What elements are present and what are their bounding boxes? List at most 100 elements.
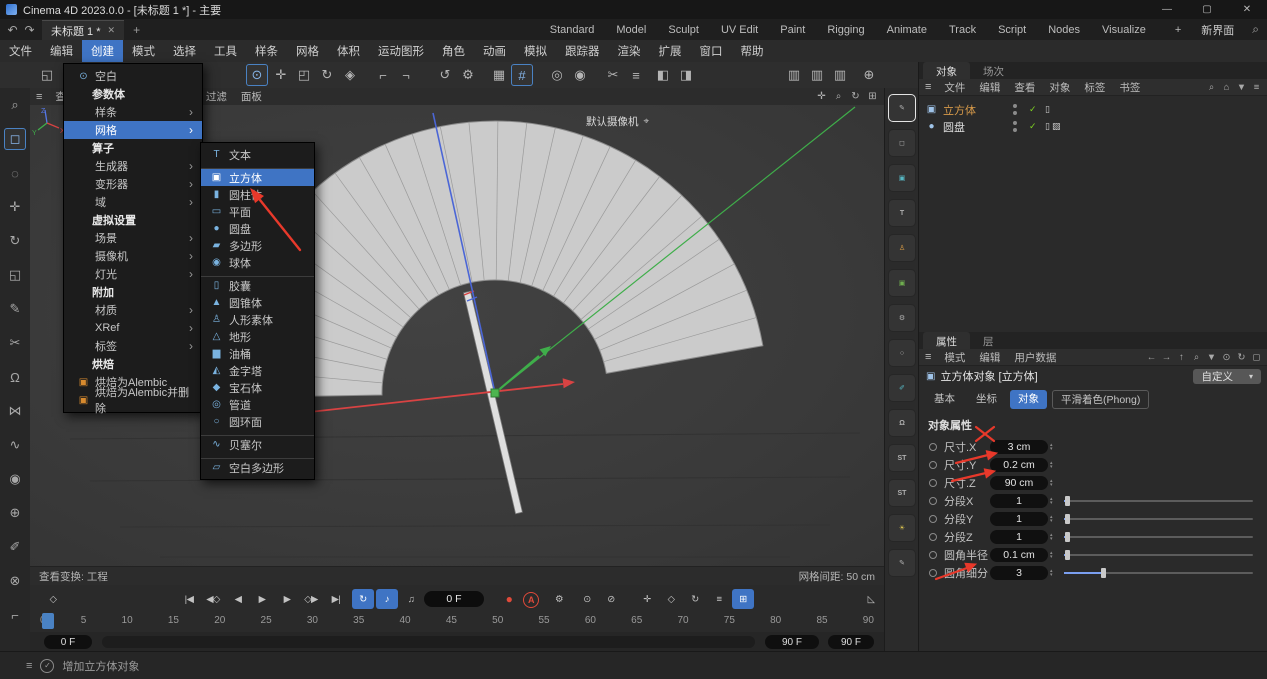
- make-editable-icon[interactable]: ◱: [36, 64, 58, 86]
- create-xref-sub[interactable]: XRef: [64, 319, 202, 337]
- create-bake-alembic-delete[interactable]: ▣ 烘焙为Alembic并删除: [64, 391, 202, 409]
- layout-square-icon[interactable]: ◻: [888, 129, 916, 157]
- vp-rotate-icon[interactable]: ↻: [847, 89, 864, 105]
- key-rotation-button[interactable]: ↻: [684, 589, 706, 609]
- am-menu-userdata[interactable]: 用户数据: [1007, 350, 1063, 365]
- rotate-icon[interactable]: ↻: [316, 64, 338, 86]
- speaker-button[interactable]: ♫: [400, 589, 422, 609]
- key-scale-button[interactable]: ◇: [660, 589, 682, 609]
- am-newpanel-icon[interactable]: ◻: [1249, 350, 1264, 365]
- layout-sculpt[interactable]: Sculpt: [657, 24, 710, 36]
- om-tab-takes[interactable]: 场次: [970, 62, 1017, 79]
- anim-dot[interactable]: [929, 461, 937, 469]
- status-menu-icon[interactable]: ≡: [26, 660, 32, 672]
- om-layout-icon[interactable]: ≡: [1249, 80, 1264, 95]
- layout-rigging[interactable]: Rigging: [816, 24, 875, 36]
- render-picture-viewer-icon[interactable]: ▥: [806, 64, 828, 86]
- slider-handle[interactable]: [1065, 496, 1070, 506]
- film-st-icon[interactable]: ST: [888, 479, 916, 507]
- visibility-dots[interactable]: [1013, 104, 1017, 115]
- cube-object-row[interactable]: ▣ 立方体 ✓ ▯: [919, 101, 1267, 118]
- box-select-tool-icon[interactable]: ◻: [4, 128, 26, 150]
- am-tab-coord[interactable]: 坐标: [968, 390, 1005, 409]
- vp-pan-icon[interactable]: ✛: [813, 89, 830, 105]
- document-tab[interactable]: 未标题 1 * ✕: [42, 20, 124, 41]
- create-mesh-sub[interactable]: 网格: [64, 121, 202, 139]
- create-camera-sub[interactable]: 摄像机: [64, 247, 202, 265]
- value-spinner[interactable]: ▴▾: [1050, 515, 1053, 524]
- circle-icon[interactable]: ○: [888, 339, 916, 367]
- frame-ruler[interactable]: 051015202530354045505560657075808590: [34, 612, 880, 631]
- magnet-tool-icon[interactable]: Ω: [4, 366, 26, 388]
- section-operators[interactable]: 算子: [64, 139, 202, 157]
- mesh-oiltank[interactable]: ▆ 油桶: [201, 345, 314, 362]
- layout-nodes[interactable]: Nodes: [1037, 24, 1091, 36]
- value-spinner[interactable]: ▴▾: [1050, 497, 1053, 506]
- document-tab-close-icon[interactable]: ✕: [108, 25, 116, 36]
- mesh-landscape[interactable]: △ 地形: [201, 328, 314, 345]
- keying-settings-button[interactable]: ⚙: [548, 589, 570, 609]
- free-select-tool-icon[interactable]: ◌: [4, 162, 26, 184]
- value-field[interactable]: 0.1 cm: [990, 548, 1048, 562]
- om-burger-icon[interactable]: ≡: [919, 81, 937, 93]
- render-view-icon[interactable]: ▥: [783, 64, 805, 86]
- set-keyframe-button[interactable]: ◇: [42, 589, 64, 609]
- slider[interactable]: [1064, 536, 1253, 538]
- value-field[interactable]: 1: [990, 494, 1048, 508]
- mesh-pyramid[interactable]: ◭ 金字塔: [201, 362, 314, 379]
- axis-settings-icon[interactable]: ⚙: [457, 64, 479, 86]
- am-forward-icon[interactable]: →: [1159, 350, 1174, 365]
- axis-mode-icon[interactable]: ↺: [434, 64, 456, 86]
- cube-object[interactable]: [464, 291, 523, 514]
- menu-animation[interactable]: 动画: [474, 40, 515, 62]
- move-icon[interactable]: ✛: [270, 64, 292, 86]
- workplane-icon[interactable]: ⌐: [372, 64, 394, 86]
- am-tab-attributes[interactable]: 属性: [923, 332, 970, 349]
- slider[interactable]: [1064, 554, 1253, 556]
- mesh-capsule[interactable]: ▯ 胶囊: [201, 276, 314, 294]
- last-tool-icon[interactable]: ◈: [339, 64, 361, 86]
- om-menu-object[interactable]: 对象: [1042, 80, 1077, 95]
- mesh-figure[interactable]: ♙ 人形素体: [201, 311, 314, 328]
- create-scene-sub[interactable]: 场景: [64, 229, 202, 247]
- undo-icon[interactable]: ↶: [5, 23, 20, 37]
- om-home-icon[interactable]: ⌂: [1219, 80, 1234, 95]
- mesh-platonic[interactable]: ◆ 宝石体: [201, 379, 314, 396]
- camera-label[interactable]: 默认摄像机 ⌖: [586, 114, 649, 129]
- om-menu-tags[interactable]: 标签: [1077, 80, 1112, 95]
- object-tags[interactable]: ▯▨: [1045, 121, 1062, 132]
- mesh-sphere[interactable]: ◉ 球体: [201, 254, 314, 271]
- layout-visualize[interactable]: Visualize: [1091, 24, 1157, 36]
- snap-icon[interactable]: ▦: [488, 64, 510, 86]
- create-light-sub[interactable]: 灯光: [64, 265, 202, 283]
- range-end-field-2[interactable]: 90 F: [828, 635, 874, 649]
- am-filter-icon[interactable]: ▼: [1204, 350, 1219, 365]
- magnet-icon[interactable]: Ω: [888, 409, 916, 437]
- value-spinner[interactable]: ▴▾: [1050, 533, 1053, 542]
- axis-tool-icon[interactable]: ⊕: [4, 502, 26, 524]
- value-field[interactable]: 1: [990, 512, 1048, 526]
- am-tab-layers[interactable]: 层: [970, 332, 1007, 349]
- create-deformers-sub[interactable]: 变形器: [64, 175, 202, 193]
- am-refresh-icon[interactable]: ↻: [1234, 350, 1249, 365]
- value-spinner[interactable]: ▴▾: [1050, 569, 1053, 578]
- solo-off-icon[interactable]: ◨: [675, 64, 697, 86]
- vp-toggle-icon[interactable]: ⊞: [864, 89, 881, 105]
- slider-handle[interactable]: [1065, 532, 1070, 542]
- range-end-field[interactable]: 90 F: [765, 635, 819, 649]
- om-menu-file[interactable]: 文件: [937, 80, 972, 95]
- viewport-burger-icon[interactable]: ≡: [30, 91, 48, 103]
- slider[interactable]: [1064, 500, 1253, 502]
- slider-handle[interactable]: [1065, 514, 1070, 524]
- scale-tool-icon[interactable]: ◱: [4, 264, 26, 286]
- anim-dot[interactable]: [929, 497, 937, 505]
- create-null[interactable]: ⊙ 空白: [64, 67, 202, 85]
- preset-dropdown[interactable]: 自定义 ▾: [1193, 369, 1261, 384]
- layout-animate[interactable]: Animate: [876, 24, 938, 36]
- slider-handle[interactable]: [1101, 568, 1106, 578]
- target-b-icon[interactable]: ◉: [569, 64, 591, 86]
- marker-icon[interactable]: ✎: [888, 549, 916, 577]
- vp-zoom-icon[interactable]: ⌕: [830, 89, 847, 105]
- menu-window[interactable]: 窗口: [691, 40, 732, 62]
- om-menu-view[interactable]: 查看: [1007, 80, 1042, 95]
